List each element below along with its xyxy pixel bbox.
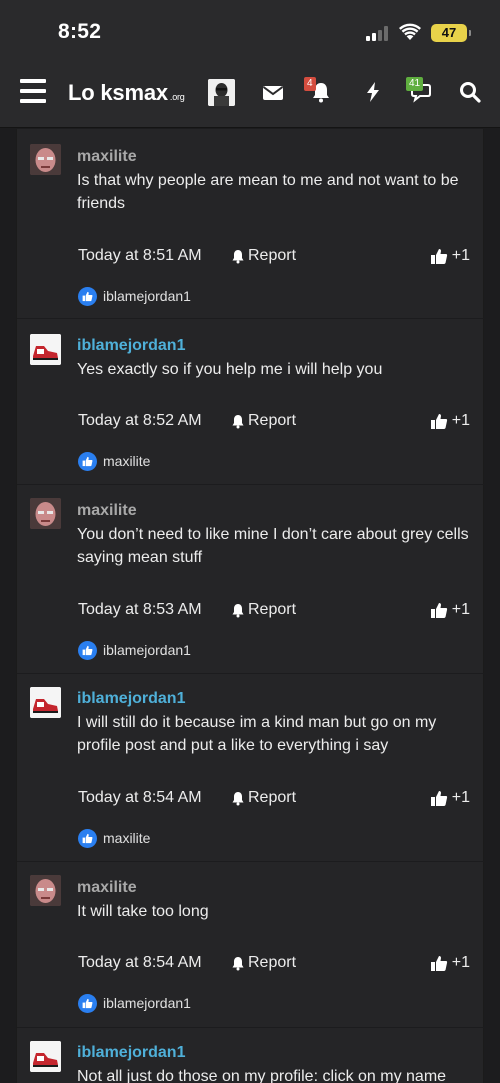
plus-one-label: +1 (451, 954, 470, 971)
username[interactable]: iblamejordan1 (77, 690, 185, 708)
report-link[interactable]: Report (231, 789, 296, 807)
post-timestamp[interactable]: Today at 8:52 AM (78, 412, 202, 430)
alerts-badge: 4 (304, 77, 316, 91)
plus-one-label: +1 (451, 247, 470, 264)
report-label: Report (248, 601, 297, 618)
message-text: You don’t need to like mine I don’t care… (77, 526, 469, 566)
bell-icon (232, 603, 244, 617)
plus-one-label: +1 (451, 789, 470, 806)
plus-one-button[interactable]: +1 (430, 412, 470, 430)
report-link[interactable]: Report (231, 954, 296, 972)
cellular-signal-icon (366, 25, 392, 41)
message-text: Yes exactly so if you help me i will hel… (77, 361, 383, 378)
thumbs-up-icon (430, 790, 447, 806)
report-label: Report (248, 412, 297, 429)
avatar[interactable] (30, 1041, 61, 1072)
plus-one-button[interactable]: +1 (430, 789, 470, 807)
post-meta: Today at 8:51 AM Report +1 (78, 247, 470, 269)
post-meta: Today at 8:54 AM Report +1 (78, 789, 470, 811)
reaction-list[interactable]: iblamejordan1 (78, 286, 191, 306)
post-item: iblamejordan1 Yes exactly so if you help… (17, 319, 485, 485)
reaction-list[interactable]: iblamejordan1 (78, 993, 191, 1013)
avatar[interactable] (30, 687, 61, 718)
site-navbar: Lo ksmax .org 4 41 (0, 62, 500, 128)
report-label: Report (248, 247, 297, 264)
plus-one-label: +1 (451, 601, 470, 618)
plus-one-label: +1 (451, 412, 470, 429)
like-reaction-icon (78, 286, 97, 306)
lightning-icon[interactable] (361, 80, 385, 104)
status-time: 8:52 (58, 20, 102, 43)
post-item: maxilite Is that why people are mean to … (17, 129, 485, 319)
post-meta: Today at 8:53 AM Report +1 (78, 601, 470, 623)
thumbs-up-icon (430, 413, 447, 429)
like-reaction-icon (78, 993, 97, 1013)
bell-icon (232, 249, 244, 263)
user-avatar[interactable] (208, 79, 235, 106)
bell-icon (232, 791, 244, 805)
post-meta: Today at 8:54 AM Report +1 (78, 954, 470, 976)
logo-suffix: .org (169, 92, 185, 102)
search-icon[interactable] (458, 80, 482, 104)
bell-icon (232, 956, 244, 970)
plus-one-button[interactable]: +1 (430, 247, 470, 265)
username[interactable]: maxilite (77, 879, 137, 897)
message-text: Not all just do those on my profile: cli… (77, 1068, 447, 1083)
report-link[interactable]: Report (231, 412, 296, 430)
plus-one-button[interactable]: +1 (430, 954, 470, 972)
site-logo[interactable]: Lo ksmax .org (68, 80, 185, 106)
status-bar: 8:52 47 (0, 0, 500, 62)
username[interactable]: iblamejordan1 (77, 337, 185, 355)
avatar[interactable] (30, 498, 61, 529)
username[interactable]: maxilite (77, 502, 137, 520)
wifi-icon (399, 23, 421, 40)
reaction-user: iblamejordan1 (103, 288, 191, 304)
reaction-user: iblamejordan1 (103, 642, 191, 658)
reaction-list[interactable]: maxilite (78, 828, 150, 848)
thumbs-up-icon (430, 248, 447, 264)
post-timestamp[interactable]: Today at 8:54 AM (78, 789, 202, 807)
bell-icon (232, 414, 244, 428)
thumbs-up-icon (430, 602, 447, 618)
avatar[interactable] (30, 144, 61, 175)
username[interactable]: iblamejordan1 (77, 1044, 185, 1062)
post-timestamp[interactable]: Today at 8:53 AM (78, 601, 202, 619)
message-feed: maxilite Is that why people are mean to … (16, 129, 485, 1083)
mail-icon[interactable] (261, 80, 285, 104)
reaction-list[interactable]: maxilite (78, 451, 150, 471)
reaction-list[interactable]: iblamejordan1 (78, 640, 191, 660)
post-item: maxilite You don’t need to like mine I d… (17, 485, 485, 674)
like-reaction-icon (78, 451, 97, 471)
reaction-user: maxilite (103, 830, 151, 846)
reaction-user: iblamejordan1 (103, 995, 191, 1011)
conversations-badge: 41 (406, 77, 424, 91)
message-text: I will still do it because im a kind man… (77, 714, 437, 754)
battery-indicator: 47 (431, 24, 471, 42)
logo-text: Lo ksmax (68, 80, 168, 105)
message-text: Is that why people are mean to me and no… (77, 172, 459, 212)
post-meta: Today at 8:52 AM Report +1 (78, 412, 470, 434)
report-link[interactable]: Report (231, 247, 296, 265)
avatar[interactable] (30, 334, 61, 365)
post-item: iblamejordan1 Not all just do those on m… (17, 1028, 485, 1083)
message-text: It will take too long (77, 903, 209, 920)
like-reaction-icon (78, 828, 97, 848)
post-item: maxilite It will take too long Today at … (17, 862, 485, 1028)
reaction-user: maxilite (103, 453, 151, 469)
report-label: Report (248, 954, 297, 971)
avatar[interactable] (30, 875, 61, 906)
report-link[interactable]: Report (231, 601, 296, 619)
post-item: iblamejordan1 I will still do it because… (17, 674, 485, 862)
username[interactable]: maxilite (77, 148, 137, 166)
post-timestamp[interactable]: Today at 8:51 AM (78, 247, 202, 265)
report-label: Report (248, 789, 297, 806)
thumbs-up-icon (430, 955, 447, 971)
hamburger-menu-icon[interactable] (20, 79, 46, 103)
plus-one-button[interactable]: +1 (430, 601, 470, 619)
post-timestamp[interactable]: Today at 8:54 AM (78, 954, 202, 972)
like-reaction-icon (78, 640, 97, 660)
